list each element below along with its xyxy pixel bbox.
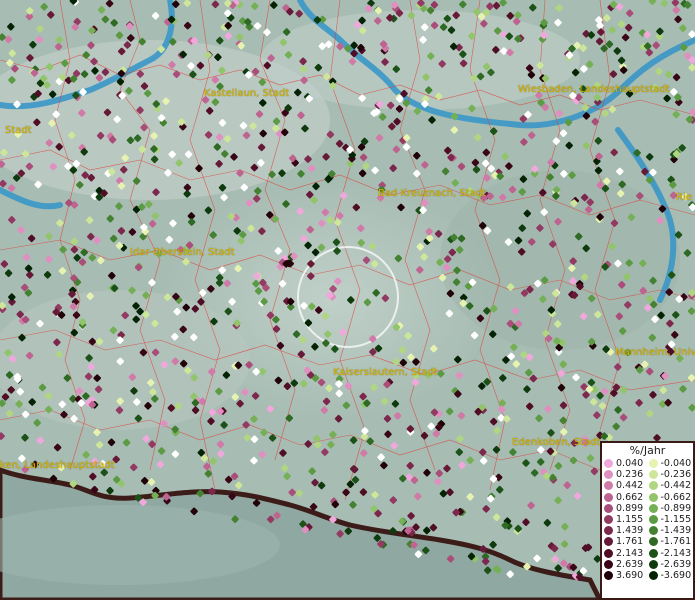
legend-row: 0.040 -0.040 xyxy=(604,458,693,469)
legend-value-positive: 1.155 xyxy=(616,514,644,526)
legend-swatch-positive xyxy=(604,470,613,480)
legend-swatch-negative xyxy=(648,492,658,502)
legend-value-positive: 0.040 xyxy=(616,458,644,470)
legend-value-positive: 0.662 xyxy=(616,491,644,503)
legend-value-positive: 0.442 xyxy=(616,480,644,492)
legend-value-negative: -2.143 xyxy=(660,547,692,559)
city-label-stadt-left: Stadt xyxy=(5,125,32,136)
legend-row: 0.662 -0.662 xyxy=(604,492,693,503)
legend-row: 1.439 -1.439 xyxy=(604,525,693,536)
legend-swatch-negative xyxy=(648,481,658,491)
city-label-edenkoben: Edenkoben, Stadt xyxy=(512,437,601,448)
legend-value-negative: -0.236 xyxy=(660,469,692,481)
legend-swatch-negative xyxy=(648,526,658,536)
legend-swatch-negative xyxy=(648,459,658,469)
legend-swatch-positive xyxy=(604,570,613,580)
legend-value-positive: 1.761 xyxy=(616,536,644,548)
legend-swatch-positive xyxy=(604,559,613,569)
legend-swatch-positive xyxy=(604,459,613,469)
legend-value-positive: 2.143 xyxy=(616,547,644,559)
legend-row: 0.236 -0.236 xyxy=(604,469,693,480)
city-label-wiesbaden: Wiesbaden, Landeshauptstadt xyxy=(518,84,670,95)
legend-swatch-positive xyxy=(604,503,613,513)
legend-rows: 0.040 -0.040 0.236 -0.236 0.442 -0.442 0… xyxy=(604,458,693,581)
legend-value-positive: 1.439 xyxy=(616,525,644,537)
legend-row: 2.143 -2.143 xyxy=(604,548,693,559)
legend-swatch-positive xyxy=(604,526,613,536)
legend-swatch-negative xyxy=(648,503,658,513)
legend-value-negative: -0.442 xyxy=(660,480,692,492)
legend-swatch-negative xyxy=(648,548,658,558)
legend-value-positive: 2.639 xyxy=(616,558,644,570)
map-legend: %/Jahr 0.040 -0.040 0.236 -0.236 0.442 -… xyxy=(600,441,695,600)
legend-row: 0.442 -0.442 xyxy=(604,480,693,491)
city-label-kaiserslautern: Kaiserslautern, Stadt xyxy=(333,367,438,378)
map-view[interactable]: Kastellaun, Stadt Wiesbaden, Landeshaupt… xyxy=(0,0,695,600)
legend-swatch-positive xyxy=(604,481,613,491)
city-label-kastellaun: Kastellaun, Stadt xyxy=(204,88,290,99)
legend-title: %/Jahr xyxy=(629,444,666,457)
legend-value-negative: -0.899 xyxy=(660,502,692,514)
legend-swatch-positive xyxy=(604,492,613,502)
legend-swatch-negative xyxy=(648,570,658,580)
legend-value-negative: -1.439 xyxy=(660,525,692,537)
legend-value-negative: -0.662 xyxy=(660,491,692,503)
legend-swatch-negative xyxy=(648,537,658,547)
legend-value-negative: -3.690 xyxy=(660,569,692,581)
legend-value-negative: -0.040 xyxy=(660,458,692,470)
legend-row: 0.899 -0.899 xyxy=(604,503,693,514)
legend-value-positive: 3.690 xyxy=(616,569,644,581)
city-label-rie: Rie xyxy=(676,192,692,203)
city-label-bad-kreuznach: Bad Kreuznach, Stadt xyxy=(378,188,487,199)
legend-row: 3.690 -3.690 xyxy=(604,570,693,581)
legend-value-negative: -2.639 xyxy=(660,558,692,570)
city-label-mannheim: Mannheim, Unive xyxy=(615,347,695,358)
legend-swatch-negative xyxy=(648,515,658,525)
legend-row: 1.761 -1.761 xyxy=(604,536,693,547)
legend-value-negative: -1.761 xyxy=(660,536,692,548)
legend-swatch-negative xyxy=(648,470,658,480)
legend-swatch-positive xyxy=(604,515,613,525)
legend-row: 2.639 -2.639 xyxy=(604,559,693,570)
legend-value-positive: 0.899 xyxy=(616,502,644,514)
city-label-idar-oberstein: Idar-Oberstein, Stadt xyxy=(130,247,235,258)
legend-value-negative: -1.155 xyxy=(660,514,692,526)
legend-row: 1.155 -1.155 xyxy=(604,514,693,525)
legend-swatch-negative xyxy=(648,559,658,569)
legend-swatch-positive xyxy=(604,548,613,558)
legend-value-positive: 0.236 xyxy=(616,469,644,481)
city-label-landeshauptstadt-left: ken, Landeshauptstadt xyxy=(0,460,115,471)
legend-swatch-positive xyxy=(604,537,613,547)
